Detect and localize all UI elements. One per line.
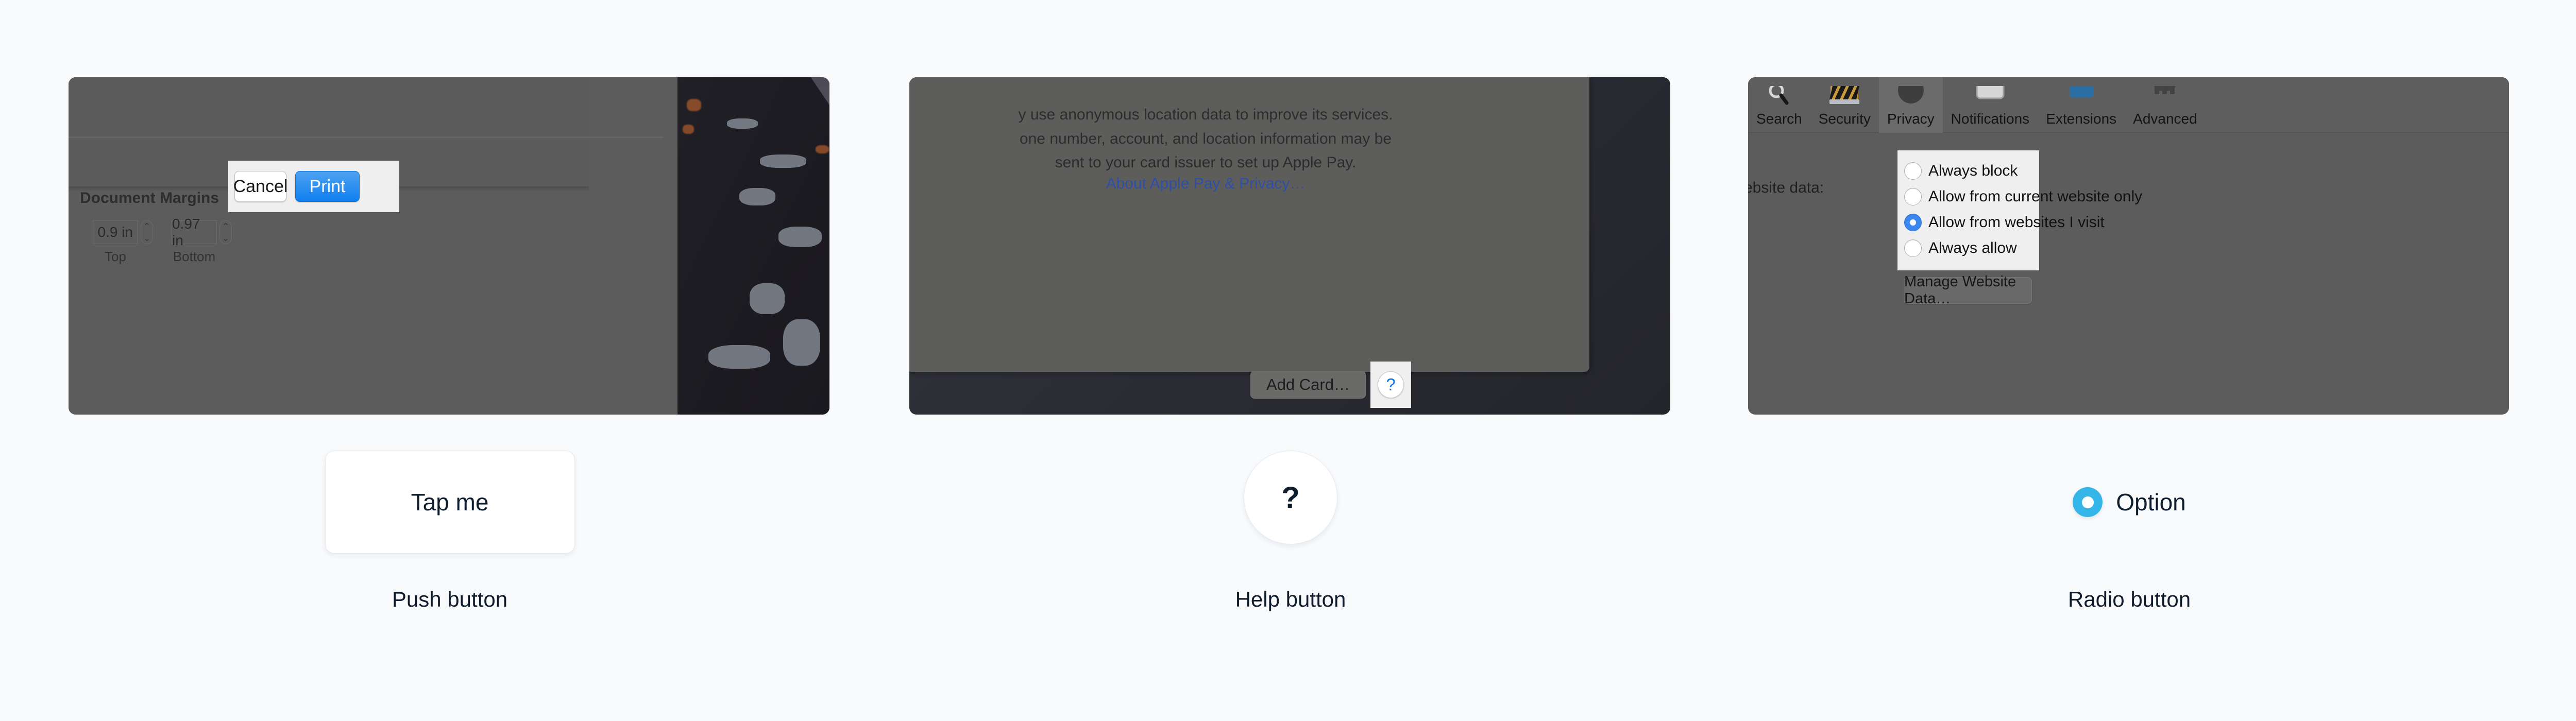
option-label: Option xyxy=(2116,489,2186,516)
screenshot-safari-privacy-prefs: Search Security Privacy Notifications Ex… xyxy=(1748,77,2509,415)
help-button[interactable]: ? xyxy=(1378,371,1404,398)
desktop-wallpaper-mountain xyxy=(677,77,829,415)
wallpaper-snow-patch xyxy=(778,227,822,247)
caption-radio-button: Radio button xyxy=(2067,587,2191,611)
tab-label: Advanced xyxy=(2133,111,2197,127)
preferences-tab-strip: Search Security Privacy Notifications Ex… xyxy=(1748,77,2206,133)
tab-privacy[interactable]: Privacy xyxy=(1878,77,1943,133)
tab-advanced[interactable]: Advanced xyxy=(2125,77,2206,133)
tab-security[interactable]: Security xyxy=(1810,77,1879,133)
radio-option-label: Always block xyxy=(1928,162,2018,179)
radio-indicator-icon-selected[interactable] xyxy=(2073,487,2103,517)
website-data-field-label: ebsite data: xyxy=(1748,179,1824,196)
document-margins-heading: Document Margins xyxy=(80,190,219,207)
column-radio-button: Search Security Privacy Notifications Ex… xyxy=(1748,0,2511,721)
highlighted-button-row: Cancel Print xyxy=(228,161,399,212)
tab-extensions[interactable]: Extensions xyxy=(2038,77,2125,133)
wallpaper-snow-patch xyxy=(708,345,770,369)
radio-option-always-block[interactable]: Always block xyxy=(1904,158,2039,184)
radio-option-always-allow[interactable]: Always allow xyxy=(1904,235,2039,261)
margin-top-stepper-arrows[interactable]: ⌃ ⌄ xyxy=(141,220,153,244)
radio-indicator-icon[interactable] xyxy=(1904,188,1922,205)
help-icon-button[interactable]: ? xyxy=(1244,451,1337,544)
print-button[interactable]: Print xyxy=(295,171,360,202)
wallpaper-snow-patch xyxy=(760,154,806,168)
margin-stepper-top: 0.9 in ⌃ ⌄ Top xyxy=(93,220,153,265)
apple-pay-sheet: y use anonymous location data to improve… xyxy=(909,77,1589,399)
tab-label: Search xyxy=(1756,111,1802,127)
caption-help-button: Help button xyxy=(1235,587,1346,611)
stepper-down-icon[interactable]: ⌄ xyxy=(222,233,229,243)
stepper-down-icon[interactable]: ⌄ xyxy=(143,233,150,243)
radio-option-allow-websites-i-visit[interactable]: Allow from websites I visit xyxy=(1904,210,2105,235)
gear-icon xyxy=(2150,85,2179,109)
puzzle-icon xyxy=(2067,85,2096,109)
preferences-toolbar: Search Security Privacy Notifications Ex… xyxy=(1748,77,2509,133)
example-help-button: ? xyxy=(909,451,1672,569)
tab-search[interactable]: Search xyxy=(1748,77,1810,133)
print-dialog-divider xyxy=(69,136,663,138)
print-dialog-sheet: Document Margins 0.9 in ⌃ ⌄ Top 0.97 in xyxy=(69,77,677,415)
hand-icon xyxy=(1896,85,1925,109)
wallpaper-snow-patch xyxy=(727,118,758,129)
example-radio-button: Option xyxy=(1748,451,2511,569)
radio-option-label: Allow from websites I visit xyxy=(1928,214,2105,231)
tap-me-button[interactable]: Tap me xyxy=(325,451,575,554)
screenshot-print-dialog: Document Margins 0.9 in ⌃ ⌄ Top 0.97 in xyxy=(69,77,829,415)
tab-label: Privacy xyxy=(1887,111,1935,127)
wallpaper-sunlit-rock xyxy=(816,145,829,153)
privacy-body-text: y use anonymous location data to improve… xyxy=(1018,106,1393,171)
magnifier-icon xyxy=(1768,85,1790,109)
tab-label: Security xyxy=(1818,111,1871,127)
margin-bottom-label: Bottom xyxy=(173,249,216,264)
option-radio-row[interactable]: Option xyxy=(2073,451,2186,554)
column-push-button: Document Margins 0.9 in ⌃ ⌄ Top 0.97 in xyxy=(69,0,831,721)
margin-bottom-stepper-arrows[interactable]: ⌃ ⌄ xyxy=(219,220,232,244)
radio-option-label: Always allow xyxy=(1928,239,2017,256)
margin-top-input[interactable]: 0.9 in xyxy=(93,220,138,244)
wallpaper-snow-patch xyxy=(783,319,820,366)
wallpaper-snow-patch xyxy=(750,283,785,314)
caption-push-button: Push button xyxy=(392,587,508,611)
wallpaper-sunlit-rock xyxy=(687,99,701,111)
highlighted-radio-group: Always block Allow from current website … xyxy=(1897,150,2142,270)
margin-stepper-bottom: 0.97 in ⌃ ⌄ Bottom xyxy=(172,216,232,265)
highlighted-help-button-region: ? xyxy=(1370,362,1411,408)
stepper-up-icon[interactable]: ⌃ xyxy=(143,222,150,231)
shield-stripes-icon xyxy=(1829,85,1860,109)
radio-indicator-icon[interactable] xyxy=(1904,162,1922,180)
add-card-button[interactable]: Add Card… xyxy=(1250,371,1366,399)
column-help-button: y use anonymous location data to improve… xyxy=(909,0,1672,721)
screenshot-apple-pay-sheet: y use anonymous location data to improve… xyxy=(909,77,1670,415)
radio-indicator-icon[interactable] xyxy=(1904,239,1922,257)
margin-top-label: Top xyxy=(105,249,126,264)
manage-website-data-button[interactable]: Manage Website Data… xyxy=(1904,273,2032,307)
margin-bottom-input[interactable]: 0.97 in xyxy=(172,216,217,248)
widget-gallery: Document Margins 0.9 in ⌃ ⌄ Top 0.97 in xyxy=(0,0,2576,721)
radio-option-allow-current-website-only[interactable]: Allow from current website only xyxy=(1904,184,2142,210)
cancel-button[interactable]: Cancel xyxy=(233,171,287,202)
radio-option-label: Allow from current website only xyxy=(1928,188,2143,205)
wallpaper-snow-patch xyxy=(739,188,775,205)
website-data-radio-group: Always block Allow from current website … xyxy=(1897,150,2142,261)
stepper-up-icon[interactable]: ⌃ xyxy=(222,222,229,231)
wallpaper-sunlit-rock xyxy=(683,125,694,134)
example-push-button: Tap me xyxy=(69,451,831,569)
radio-indicator-icon-selected[interactable] xyxy=(1904,214,1922,231)
tab-label: Extensions xyxy=(2046,111,2117,127)
about-apple-pay-privacy-link[interactable]: About Apple Pay & Privacy… xyxy=(909,175,1502,193)
tab-notifications[interactable]: Notifications xyxy=(1943,77,2038,133)
bell-window-icon xyxy=(1975,85,2006,109)
tab-label: Notifications xyxy=(1951,111,2030,127)
